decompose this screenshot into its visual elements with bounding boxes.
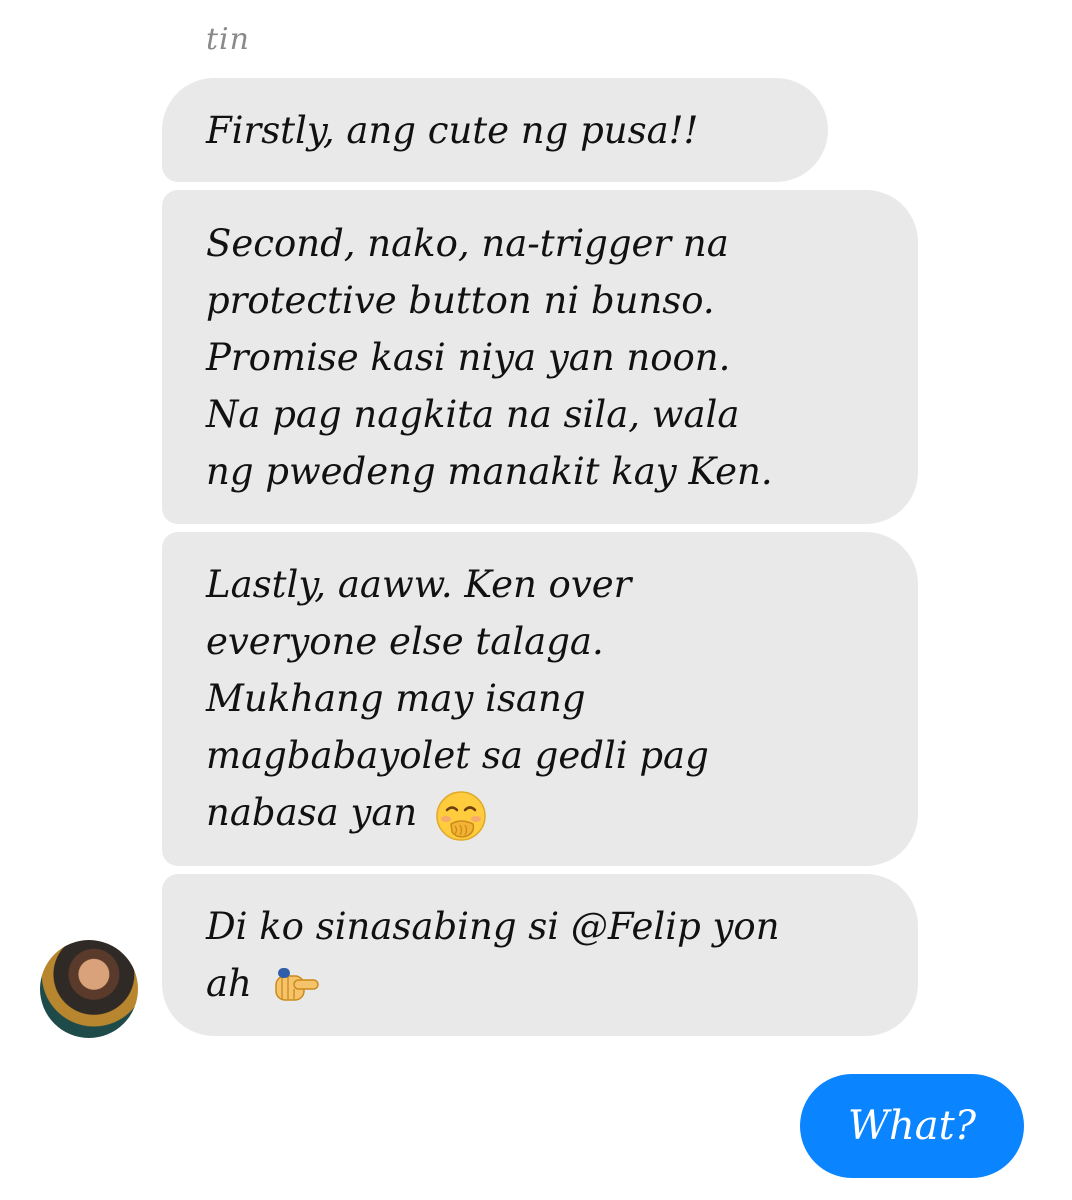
face-with-hand-over-mouth-icon — [436, 791, 486, 841]
message-text: Firstly, ang cute ng pusa!! — [206, 108, 699, 152]
received-message-bubble[interactable]: Second, nako, na-trigger na protective b… — [162, 190, 918, 524]
message-text: Di ko sinasabing si @Felip yon ah — [206, 898, 780, 1013]
avatar[interactable] — [40, 940, 138, 1038]
received-message-bubble[interactable]: Di ko sinasabing si @Felip yon ah — [162, 874, 918, 1036]
backhand-index-pointing-right-icon — [274, 968, 319, 1001]
received-message-bubble[interactable]: Lastly, aaww. Ken over everyone else tal… — [162, 532, 918, 866]
message-text: Second, nako, na-trigger na protective b… — [206, 221, 773, 493]
message-text: What? — [847, 1103, 977, 1149]
sent-message-bubble[interactable]: What? — [800, 1074, 1024, 1178]
sender-name: tin — [206, 22, 250, 57]
received-message-bubble[interactable]: Firstly, ang cute ng pusa!! — [162, 78, 828, 182]
message-text: Lastly, aaww. Ken over everyone else tal… — [206, 556, 709, 842]
